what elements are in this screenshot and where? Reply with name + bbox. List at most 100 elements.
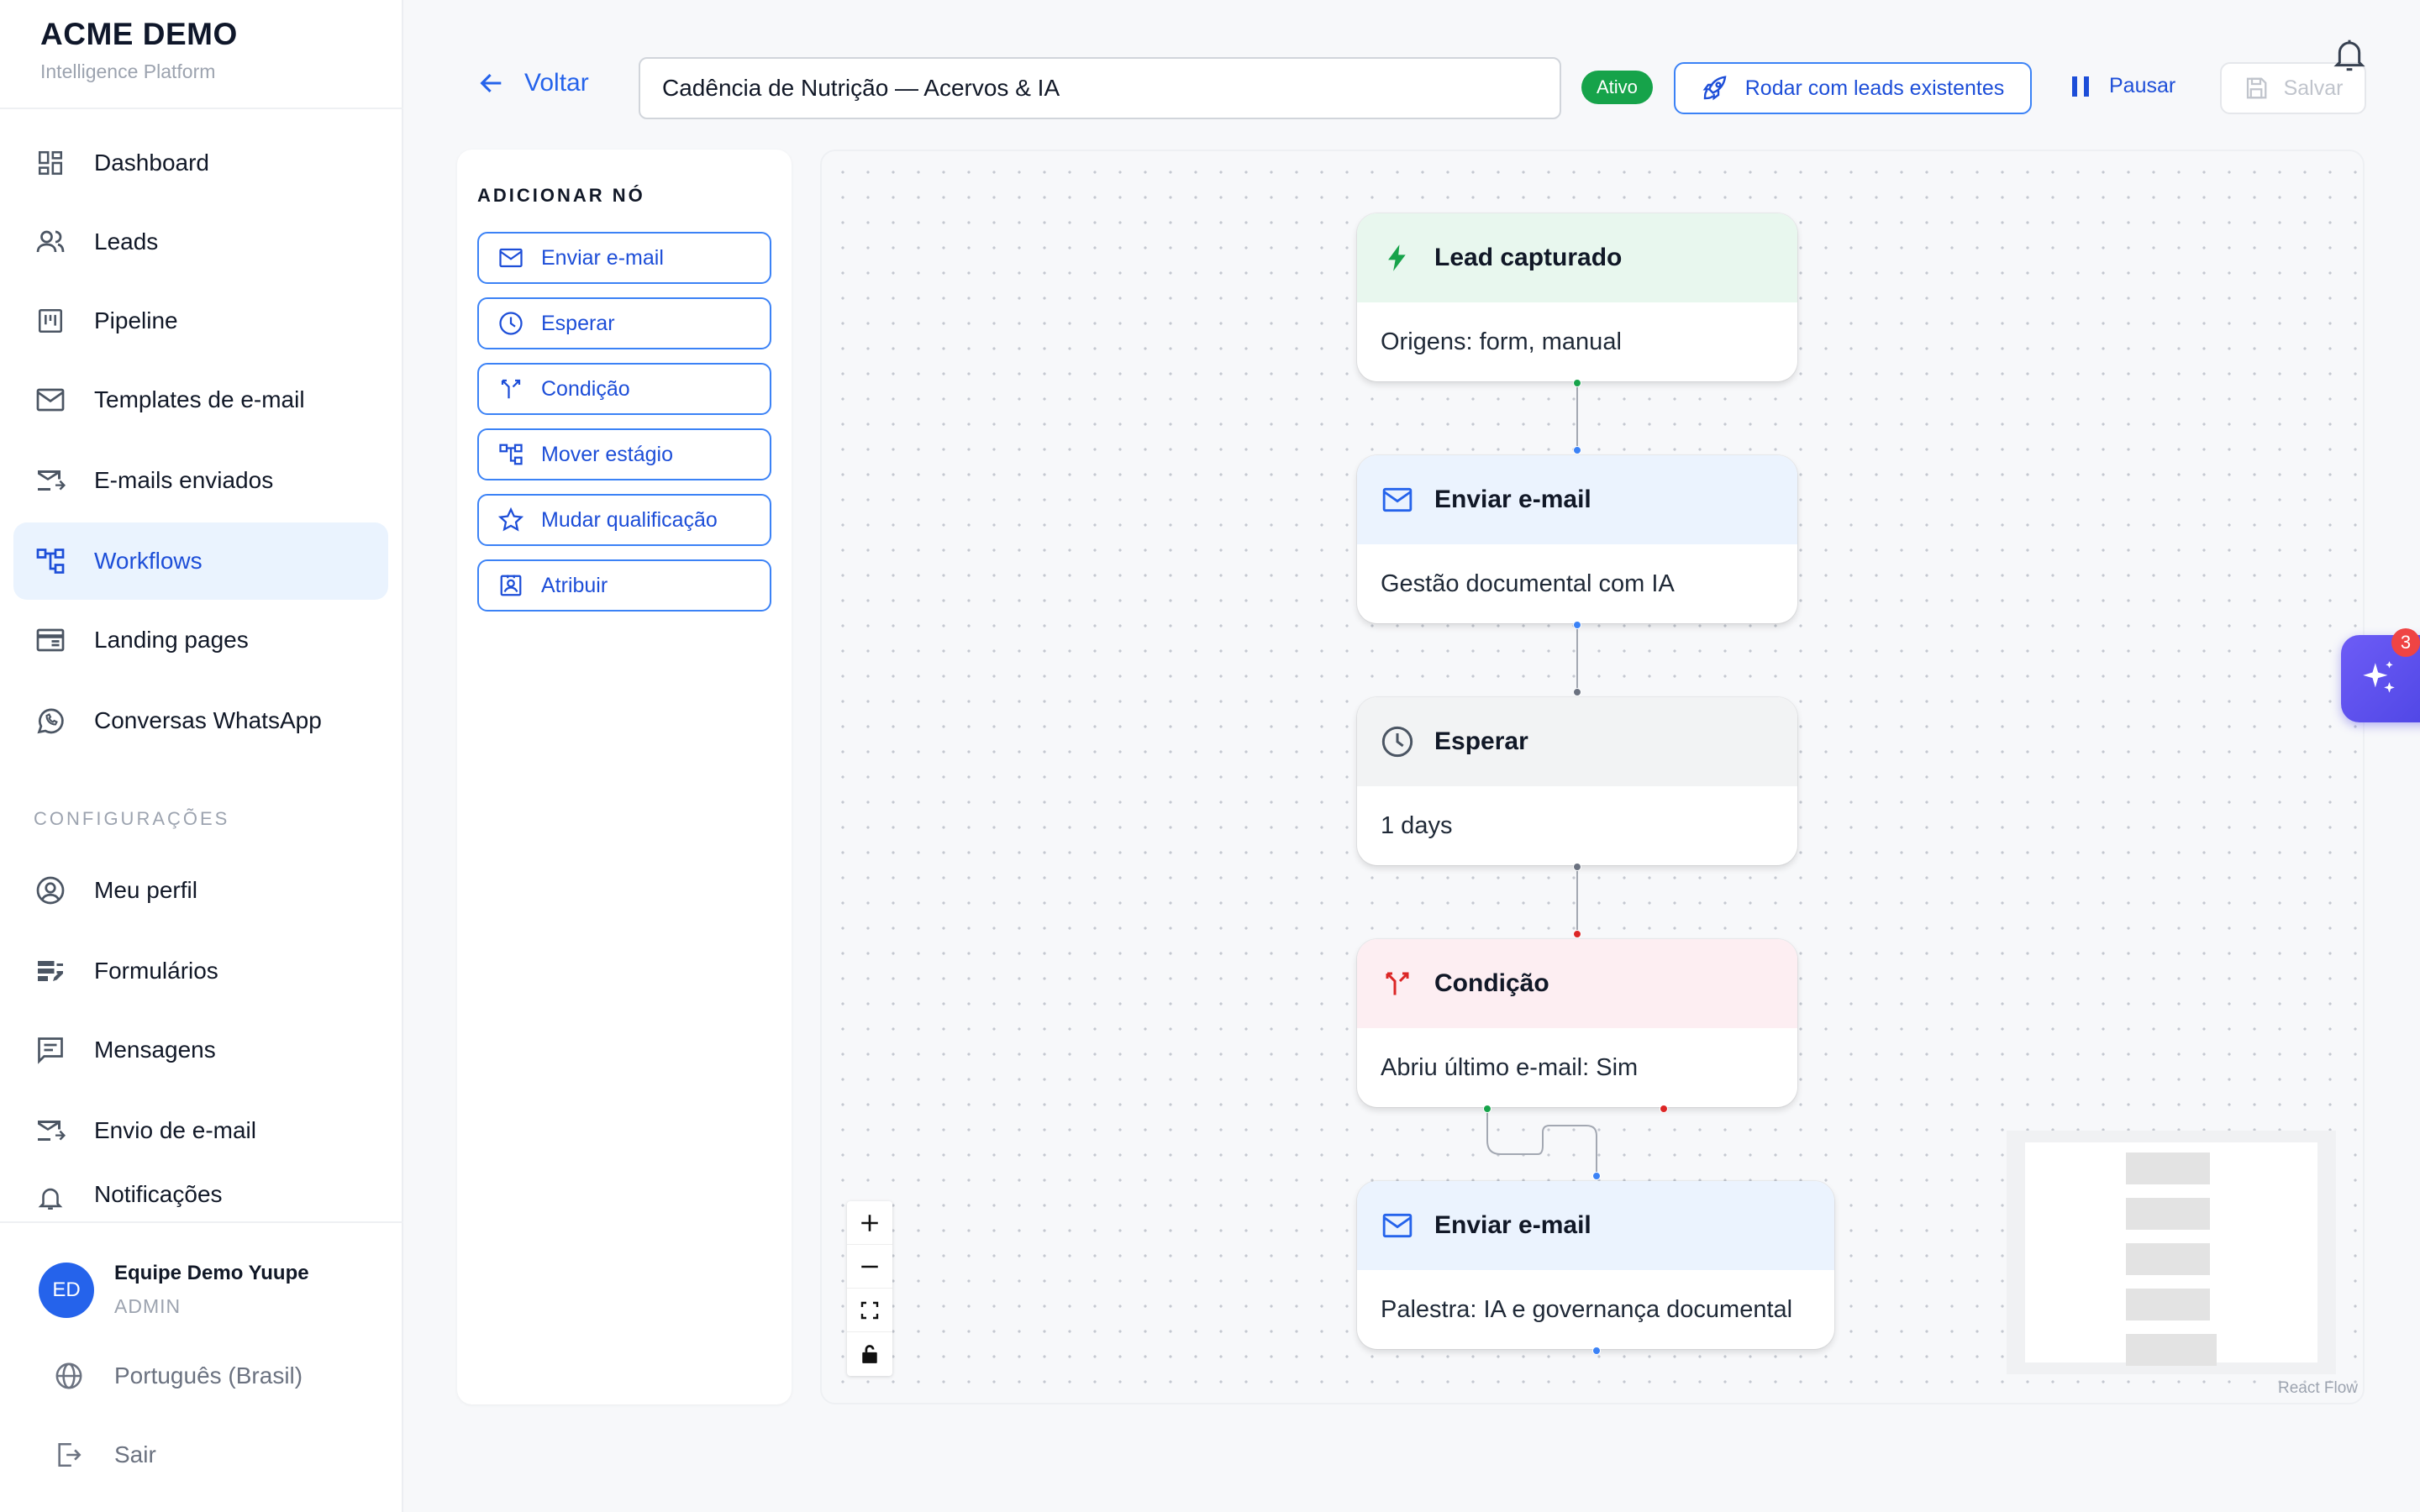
sidebar-item-label: Notificações [94,1181,223,1207]
sidebar-item-whatsapp[interactable]: Conversas WhatsApp [13,682,388,759]
user-profile[interactable]: ED Equipe Demo Yuupe ADMIN [39,1262,309,1318]
run-existing-leads-button[interactable]: Rodar com leads existentes [1674,62,2032,114]
sidebar-item-sent-emails[interactable]: E-mails enviados [13,442,388,519]
node-handle[interactable] [1573,930,1581,938]
node-title: Esperar [1434,727,1528,755]
notifications-bell-icon[interactable] [2333,37,2366,74]
sidebar-item-workflows[interactable]: Workflows [13,522,388,600]
node-header: Esperar [1357,697,1797,786]
workflow-node-trigger[interactable]: Lead capturado Origens: form, manual [1357,213,1797,381]
minimap[interactable] [2007,1131,2336,1374]
add-wait-node-button[interactable]: Esperar [477,297,771,349]
node-body: Origens: form, manual [1381,328,1622,355]
mail-icon [1381,1209,1414,1242]
profile-icon [34,874,67,907]
notification-count-badge: 3 [2391,628,2420,657]
sidebar-item-templates[interactable]: Templates de e-mail [13,361,388,438]
sidebar-item-landing-pages[interactable]: Landing pages [13,601,388,679]
rocket-icon [1702,75,1728,102]
node-handle[interactable] [1573,688,1581,696]
workflow-node-send-email[interactable]: Enviar e-mail Palestra: IA e governança … [1357,1181,1834,1349]
add-condition-node-button[interactable]: Condição [477,363,771,415]
node-handle[interactable] [1573,863,1581,871]
ai-assistant-button[interactable]: 3 [2341,628,2420,722]
lock-toggle-button[interactable] [847,1332,892,1376]
brand-subtitle: Intelligence Platform [40,60,216,82]
node-header: Enviar e-mail [1357,1181,1834,1270]
zoom-out-button[interactable] [847,1245,892,1289]
language-selector[interactable]: Português (Brasil) [54,1361,302,1391]
minimap-node [2126,1243,2210,1275]
minimap-node [2126,1152,2210,1184]
sidebar-item-profile[interactable]: Meu perfil [13,852,388,929]
divider [0,108,403,109]
sidebar-item-dashboard[interactable]: Dashboard [13,124,388,202]
sidebar-item-leads[interactable]: Leads [13,203,388,281]
sidebar-item-label: E-mails enviados [94,467,274,493]
mail-sent-icon [34,464,67,497]
node-handle[interactable] [1592,1347,1601,1355]
zoom-in-button[interactable] [847,1201,892,1245]
node-title: Enviar e-mail [1434,486,1591,513]
node-handle[interactable] [1592,1172,1601,1180]
node-body: Gestão documental com IA [1381,570,1675,597]
sidebar-item-label: Dashboard [94,150,209,176]
sidebar-item-label: Envio de e-mail [94,1117,256,1143]
node-header: Lead capturado [1357,213,1797,302]
minimap-viewport [2025,1142,2317,1366]
edge[interactable] [1486,1109,1597,1176]
add-move-stage-node-button[interactable]: Mover estágio [477,428,771,480]
node-handle[interactable] [1573,621,1581,629]
mail-icon [497,244,524,271]
sidebar-item-pipeline[interactable]: Pipeline [13,282,388,360]
divider [0,1221,403,1223]
kanban-icon [34,304,67,338]
branch-icon [1381,967,1414,1000]
pause-button[interactable]: Pausar [2070,74,2175,98]
reactflow-attribution[interactable]: React Flow [2278,1379,2358,1398]
logout-label: Sair [114,1441,156,1467]
node-title: Lead capturado [1434,244,1623,271]
star-icon [497,507,524,533]
save-icon [2244,76,2269,101]
minimap-node [2126,1198,2210,1230]
add-assign-node-button[interactable]: Atribuir [477,559,771,612]
status-badge: Ativo [1581,71,1653,104]
workflow-node-wait[interactable]: Esperar 1 days [1357,697,1797,865]
workflow-node-send-email[interactable]: Enviar e-mail Gestão documental com IA [1357,455,1797,623]
back-button[interactable]: Voltar [477,69,589,97]
node-title: Enviar e-mail [1434,1211,1591,1239]
workflow-canvas[interactable]: Lead capturado Origens: form, manual Env… [820,150,2365,1404]
clock-icon [1381,725,1414,759]
node-handle[interactable] [1573,379,1581,387]
workflow-node-condition[interactable]: Condição Abriu último e-mail: Sim [1357,939,1797,1107]
users-icon [34,225,67,259]
add-send-email-node-button[interactable]: Enviar e-mail [477,232,771,284]
sidebar-item-label: Conversas WhatsApp [94,707,322,733]
sidebar-item-label: Leads [94,228,159,255]
node-handle-false[interactable] [1660,1105,1668,1113]
user-name: Equipe Demo Yuupe [114,1262,309,1284]
sidebar-item-email-sending[interactable]: Envio de e-mail [13,1092,388,1169]
logout-button[interactable]: Sair [54,1440,156,1470]
fit-view-button[interactable] [847,1289,892,1332]
node-handle[interactable] [1573,446,1581,454]
bolt-icon [1381,241,1414,275]
assign-icon [497,572,524,599]
node-handle-true[interactable] [1483,1105,1491,1113]
add-change-qualification-node-button[interactable]: Mudar qualificação [477,494,771,546]
mail-icon [34,383,67,417]
workflow-title-input[interactable] [639,57,1561,119]
sidebar-item-forms[interactable]: Formulários [13,932,388,1010]
node-title: Condição [1434,969,1549,997]
sidebar-item-label: Formulários [94,958,218,984]
sidebar-item-notifications[interactable]: Notificações [13,1171,388,1221]
mail-icon [1381,483,1414,517]
logout-icon [54,1440,84,1470]
minimap-node [2126,1289,2210,1320]
zoom-controls [847,1201,892,1376]
minimap-node [2126,1334,2217,1366]
sidebar-item-messages[interactable]: Mensagens [13,1011,388,1089]
dashboard-icon [34,146,67,180]
palette-item-label: Enviar e-mail [541,245,664,270]
